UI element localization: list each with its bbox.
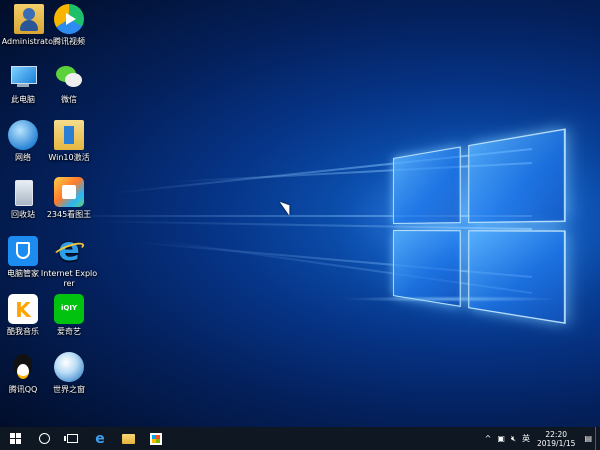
file-explorer-icon: [122, 434, 135, 444]
desktop-icon-win10-activation[interactable]: Win10激活: [40, 120, 98, 163]
logo-pane: [468, 230, 566, 324]
search-button[interactable]: [30, 427, 58, 450]
logo-reflection: [340, 296, 560, 302]
start-button[interactable]: [0, 427, 30, 450]
iqiyi-icon: [54, 294, 84, 324]
desktop-icon-internet-explorer[interactable]: Internet Explorer: [40, 236, 98, 289]
taskbar-edge[interactable]: e: [86, 427, 114, 450]
windows-start-icon: [10, 433, 21, 444]
desktop-icon-label: 爱奇艺: [40, 327, 98, 337]
win10-activation-icon: [54, 120, 84, 150]
desktop-icon-label: 2345看图王: [40, 210, 98, 220]
network-globe-icon: [8, 120, 38, 150]
desktop-icon-iqiyi[interactable]: 爱奇艺: [40, 294, 98, 337]
logo-pane: [468, 128, 566, 223]
wechat-icon: [54, 62, 84, 92]
store-icon: [150, 433, 162, 445]
world-browser-icon: [54, 352, 84, 382]
clock-date: 2019/1/15: [537, 439, 575, 448]
recycle-bin-icon: [8, 177, 38, 207]
edge-icon: e: [95, 431, 105, 447]
desktop-icon-label: Internet Explorer: [40, 269, 98, 289]
desktop-icon-wechat[interactable]: 微信: [40, 62, 98, 105]
tray-expand-button[interactable]: ^: [482, 434, 495, 443]
task-view-button[interactable]: [58, 427, 86, 450]
tencent-video-icon: [54, 4, 84, 34]
taskbar-file-explorer[interactable]: [114, 427, 142, 450]
computer-icon: [8, 62, 38, 92]
internet-explorer-icon: [54, 236, 84, 266]
taskbar-store[interactable]: [142, 427, 170, 450]
ime-indicator[interactable]: 英: [519, 433, 533, 444]
qq-penguin-icon: [8, 352, 38, 382]
network-icon[interactable]: ▣: [494, 434, 508, 443]
desktop-icon-label: 微信: [40, 95, 98, 105]
task-view-icon: [67, 434, 78, 443]
clock-time: 22:20: [537, 430, 575, 439]
desktop[interactable]: Administrator 腾讯视频 此电脑 微信 网络 Win10激活 回收站…: [0, 0, 600, 450]
image-viewer-icon: [54, 177, 84, 207]
clock[interactable]: 22:20 2019/1/15: [533, 430, 581, 448]
system-tray: ^ ▣ 🔇︎ 英 22:20 2019/1/15 ▤: [482, 427, 600, 450]
desktop-icon-label: 世界之窗: [40, 385, 98, 395]
mouse-cursor-icon: [280, 198, 295, 215]
search-circle-icon: [39, 433, 50, 444]
desktop-icon-tencent-video[interactable]: 腾讯视频: [40, 4, 98, 47]
desktop-icon-label: 腾讯视频: [40, 37, 98, 47]
pc-manager-shield-icon: [8, 236, 38, 266]
show-desktop-button[interactable]: [595, 427, 600, 450]
desktop-icon-label: Win10激活: [40, 153, 98, 163]
taskbar: e ^ ▣ 🔇︎ 英 22:20 2019/1/15 ▤: [0, 427, 600, 450]
desktop-icon-2345-viewer[interactable]: 2345看图王: [40, 177, 98, 220]
speaker-muted-icon[interactable]: 🔇︎: [508, 434, 519, 444]
logo-pane: [393, 146, 461, 224]
notification-icon[interactable]: ▤: [581, 434, 595, 443]
music-player-icon: [8, 294, 38, 324]
desktop-icon-world-browser[interactable]: 世界之窗: [40, 352, 98, 395]
